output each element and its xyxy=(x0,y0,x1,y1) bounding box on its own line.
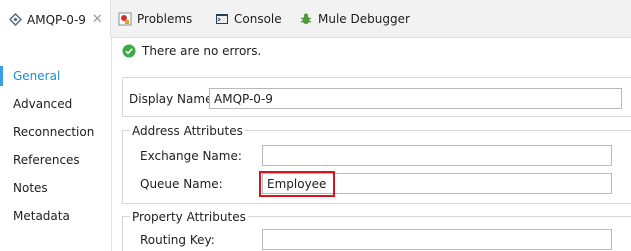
property-attributes-group: Property Attributes Routing Key: xyxy=(122,210,631,251)
display-name-group: Display Name: xyxy=(122,77,631,117)
nav-item-advanced[interactable]: Advanced xyxy=(0,92,112,116)
console-icon xyxy=(215,12,229,26)
property-attributes-title: Property Attributes xyxy=(130,210,248,224)
exchange-name-label: Exchange Name: xyxy=(140,149,242,163)
mule-debugger-icon xyxy=(299,12,313,26)
tab-label: Console xyxy=(234,12,282,26)
tab-label: Problems xyxy=(137,12,193,26)
address-attributes-group: Address Attributes Exchange Name: Queue … xyxy=(122,124,631,204)
status-message: There are no errors. xyxy=(122,44,261,58)
tab-problems[interactable]: Problems xyxy=(118,0,192,38)
problems-icon xyxy=(118,12,132,26)
properties-content: There are no errors. Display Name: Addre… xyxy=(113,38,631,251)
check-icon xyxy=(122,44,136,58)
close-tab-icon[interactable]: ✕ xyxy=(92,12,103,27)
tab-label: AMQP-0-9 xyxy=(27,12,86,27)
display-name-input[interactable] xyxy=(209,88,622,109)
exchange-name-input[interactable] xyxy=(262,145,612,166)
properties-nav: General Advanced Reconnection References… xyxy=(0,38,112,251)
address-attributes-title: Address Attributes xyxy=(130,124,245,138)
nav-item-metadata[interactable]: Metadata xyxy=(0,204,112,228)
editor-tab-bar: AMQP-0-9 ✕ Problems Console Mule Debugge… xyxy=(0,0,631,39)
display-name-label: Display Name: xyxy=(129,92,217,106)
connector-icon xyxy=(8,13,22,27)
routing-key-label: Routing Key: xyxy=(140,233,215,247)
routing-key-input[interactable] xyxy=(262,229,612,250)
queue-name-highlight xyxy=(259,171,335,197)
nav-item-reconnection[interactable]: Reconnection xyxy=(0,120,112,144)
queue-name-label: Queue Name: xyxy=(140,177,223,191)
tab-console[interactable]: Console xyxy=(215,0,282,38)
tab-label: Mule Debugger xyxy=(318,12,410,26)
nav-item-references[interactable]: References xyxy=(0,148,112,172)
tab-amqp[interactable]: AMQP-0-9 ✕ xyxy=(0,0,111,39)
status-text: There are no errors. xyxy=(142,44,262,58)
nav-item-general[interactable]: General xyxy=(0,64,112,88)
nav-item-notes[interactable]: Notes xyxy=(0,176,112,200)
tab-mule-debugger[interactable]: Mule Debugger xyxy=(299,0,410,38)
